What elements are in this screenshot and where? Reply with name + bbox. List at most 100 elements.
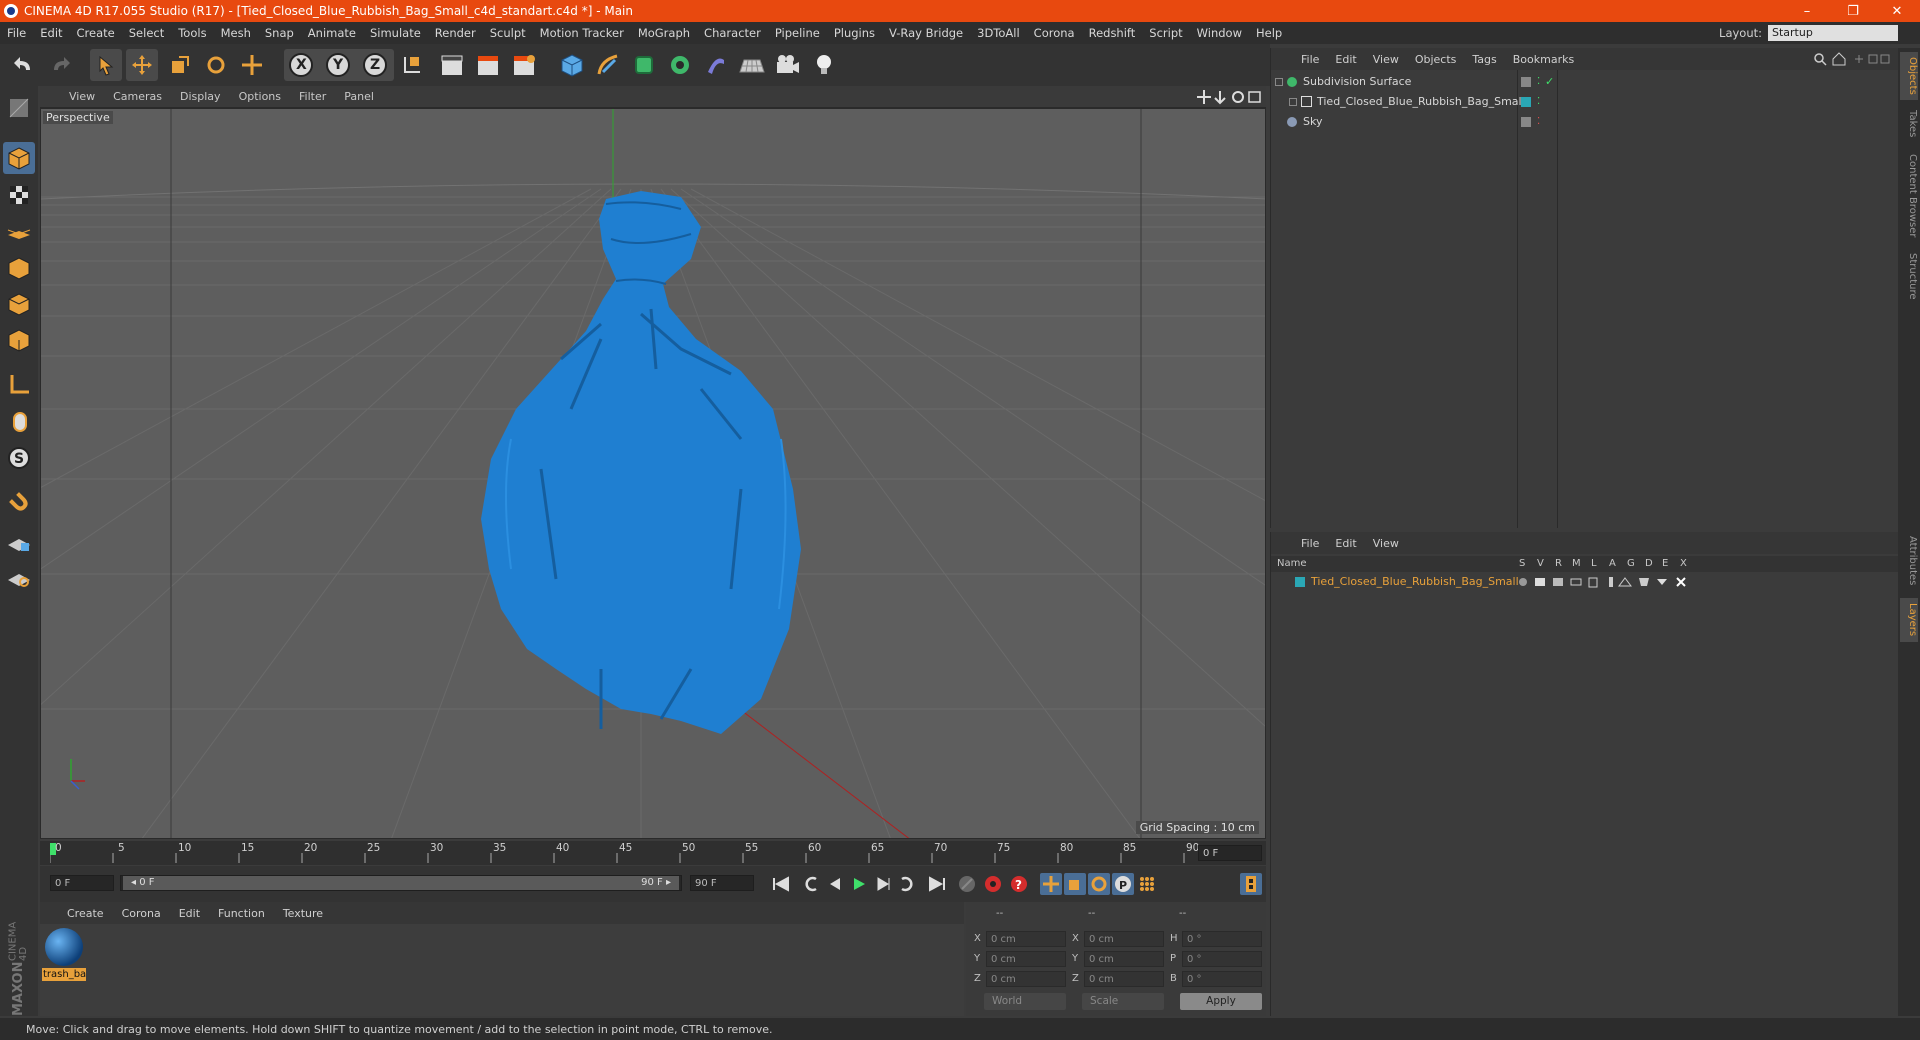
- make-editable-button[interactable]: [3, 92, 35, 124]
- snap-toggle-button[interactable]: S: [3, 442, 35, 474]
- key-pla-button[interactable]: [1136, 873, 1158, 895]
- timeline-ruler[interactable]: 0 5 10 15 20 25 30 35 40 45 50 55 60 65 …: [40, 841, 1266, 865]
- play-button[interactable]: [848, 873, 870, 895]
- material-menu-function[interactable]: Function: [209, 907, 274, 920]
- rotation-h-field[interactable]: 0 °: [1182, 931, 1262, 947]
- axis-mode-button[interactable]: [3, 369, 35, 401]
- spline-pen-button[interactable]: [592, 49, 624, 81]
- key-rotation-button[interactable]: [1088, 873, 1110, 895]
- size-mode-select[interactable]: Scale: [1082, 993, 1164, 1010]
- rotate-tool-button[interactable]: [200, 49, 232, 81]
- objects-menu-edit[interactable]: Edit: [1327, 53, 1364, 66]
- menu-redshift[interactable]: Redshift: [1082, 26, 1143, 40]
- menu-tools[interactable]: Tools: [171, 26, 213, 40]
- coordinate-mode-select[interactable]: World: [984, 993, 1066, 1010]
- timeline-window-button[interactable]: [1240, 873, 1262, 895]
- menu-window[interactable]: Window: [1190, 26, 1249, 40]
- points-mode-button[interactable]: [3, 252, 35, 284]
- menu-select[interactable]: Select: [122, 26, 171, 40]
- object-manager-tool-icons[interactable]: [1811, 51, 1891, 67]
- move-tool-button[interactable]: [126, 49, 158, 81]
- menu-plugins[interactable]: Plugins: [827, 26, 882, 40]
- record-button[interactable]: [982, 873, 1004, 895]
- camera-button[interactable]: [772, 49, 804, 81]
- edges-mode-button[interactable]: [3, 288, 35, 320]
- light-button[interactable]: [808, 49, 840, 81]
- menu-animate[interactable]: Animate: [301, 26, 363, 40]
- menu-motion-tracker[interactable]: Motion Tracker: [533, 26, 631, 40]
- key-parameter-button[interactable]: P: [1112, 873, 1134, 895]
- visibility-dots[interactable]: ⁚: [1537, 92, 1540, 112]
- frame-range-slider[interactable]: ◂ 0 F 90 F ▸: [120, 875, 682, 891]
- material-menu-edit[interactable]: Edit: [170, 907, 209, 920]
- visibility-dots[interactable]: ⁚: [1537, 72, 1540, 92]
- viewport-menu-filter[interactable]: Filter: [290, 90, 335, 103]
- model-mode-button[interactable]: [3, 142, 35, 174]
- side-tab-objects[interactable]: Objects: [1900, 52, 1918, 100]
- layer-toggle-icons[interactable]: [1517, 576, 1697, 588]
- minimize-button[interactable]: –: [1784, 0, 1830, 22]
- material-menu-create[interactable]: Create: [58, 907, 113, 920]
- scale-tool-button[interactable]: [164, 49, 196, 81]
- rotation-b-field[interactable]: 0 °: [1182, 971, 1262, 987]
- layer-swatch[interactable]: [1521, 77, 1531, 87]
- material-swatch[interactable]: trash_ba: [42, 926, 86, 982]
- texture-mode-button[interactable]: [3, 179, 35, 211]
- size-z-field[interactable]: 0 cm: [1084, 971, 1164, 987]
- layers-menu-edit[interactable]: Edit: [1327, 537, 1364, 550]
- viewport-menu-display[interactable]: Display: [171, 90, 230, 103]
- menu-corona[interactable]: Corona: [1027, 26, 1082, 40]
- objects-menu-view[interactable]: View: [1365, 53, 1407, 66]
- position-x-field[interactable]: 0 cm: [986, 931, 1066, 947]
- perspective-viewport[interactable]: Perspective Grid Spacing : 10 cm: [40, 108, 1266, 839]
- tweak-mode-button[interactable]: [3, 406, 35, 438]
- viewport-menu-panel[interactable]: Panel: [335, 90, 383, 103]
- side-tab-structure[interactable]: Structure: [1900, 248, 1918, 304]
- rotation-p-field[interactable]: 0 °: [1182, 951, 1262, 967]
- object-row-sky[interactable]: Sky ⁚: [1271, 112, 1899, 132]
- autokey-button[interactable]: ?: [1008, 873, 1030, 895]
- floor-button[interactable]: [736, 49, 768, 81]
- cube-primitive-button[interactable]: [556, 49, 588, 81]
- z-axis-lock[interactable]: Z: [370, 57, 380, 73]
- go-to-end-button[interactable]: [926, 873, 948, 895]
- layer-name[interactable]: Tied_Closed_Blue_Rubbish_Bag_Small: [1311, 574, 1519, 590]
- enabled-check-icon[interactable]: ✓: [1545, 72, 1554, 92]
- menu-script[interactable]: Script: [1142, 26, 1189, 40]
- next-key-button[interactable]: [896, 873, 918, 895]
- key-position-button[interactable]: [1040, 873, 1062, 895]
- layer-swatch[interactable]: [1521, 117, 1531, 127]
- viewport-menu-cameras[interactable]: Cameras: [104, 90, 171, 103]
- restore-button[interactable]: ❐: [1830, 0, 1876, 22]
- layer-color-swatch[interactable]: [1295, 577, 1305, 587]
- layer-row[interactable]: Tied_Closed_Blue_Rubbish_Bag_Small: [1271, 574, 1899, 590]
- material-menu-texture[interactable]: Texture: [274, 907, 332, 920]
- deformer-button[interactable]: [700, 49, 732, 81]
- go-to-start-button[interactable]: [770, 873, 792, 895]
- undo-button[interactable]: [8, 49, 40, 81]
- menu-help[interactable]: Help: [1249, 26, 1289, 40]
- render-settings-button[interactable]: [508, 49, 540, 81]
- x-axis-lock[interactable]: X: [296, 57, 307, 73]
- menu-sculpt[interactable]: Sculpt: [483, 26, 533, 40]
- layers-menu-view[interactable]: View: [1365, 537, 1407, 550]
- menu-create[interactable]: Create: [70, 26, 122, 40]
- objects-menu-tags[interactable]: Tags: [1464, 53, 1504, 66]
- objects-menu-objects[interactable]: Objects: [1407, 53, 1465, 66]
- apply-button[interactable]: Apply: [1180, 993, 1262, 1010]
- next-frame-button[interactable]: [872, 873, 894, 895]
- end-frame-field[interactable]: 90 F: [690, 875, 754, 891]
- close-button[interactable]: ✕: [1874, 0, 1920, 22]
- menu-vray-bridge[interactable]: V-Ray Bridge: [882, 26, 970, 40]
- previous-frame-button[interactable]: [824, 873, 846, 895]
- menu-file[interactable]: File: [0, 26, 33, 40]
- menu-3dtoall[interactable]: 3DToAll: [970, 26, 1027, 40]
- render-to-picture-viewer-button[interactable]: [472, 49, 504, 81]
- viewport-nav-icons[interactable]: [1196, 89, 1262, 105]
- workplane-mode-button[interactable]: [3, 214, 35, 246]
- object-row-subdivision-surface[interactable]: Subdivision Surface ⁚ ✓: [1271, 72, 1899, 92]
- object-row-rubbish-bag[interactable]: Tied_Closed_Blue_Rubbish_Bag_Small ⁚: [1271, 92, 1899, 112]
- objects-menu-bookmarks[interactable]: Bookmarks: [1505, 53, 1582, 66]
- side-tab-attributes[interactable]: Attributes: [1900, 528, 1918, 594]
- viewport-menu-view[interactable]: View: [60, 90, 104, 103]
